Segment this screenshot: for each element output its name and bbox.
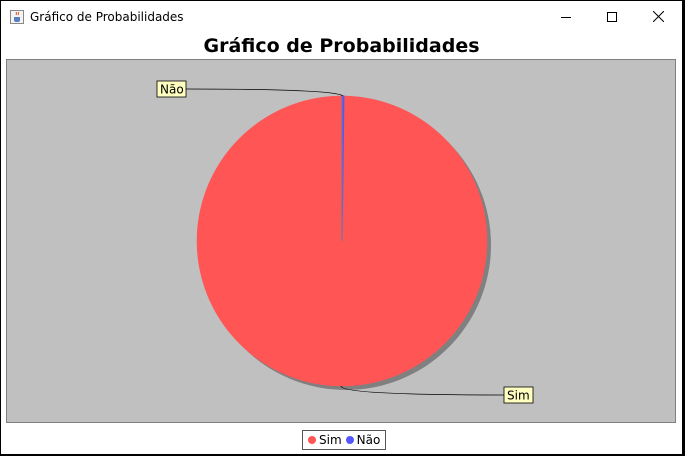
legend-dot-sim bbox=[308, 436, 316, 444]
minimize-button[interactable] bbox=[543, 1, 589, 32]
slice-label-text-no: Não bbox=[160, 83, 184, 97]
title-bar[interactable]: Gráfico de Probabilidades bbox=[1, 1, 682, 32]
window-title: Gráfico de Probabilidades bbox=[30, 10, 184, 24]
legend-label-sim: Sim bbox=[319, 433, 342, 447]
java-cup-icon bbox=[10, 10, 24, 24]
slice-label-sim: Sim bbox=[503, 386, 534, 404]
legend-label-no: Não bbox=[356, 433, 381, 447]
close-button[interactable] bbox=[635, 1, 681, 32]
slice-label-text-sim: Sim bbox=[507, 389, 530, 403]
legend-dot-no bbox=[345, 436, 354, 444]
minimize-icon bbox=[561, 16, 571, 18]
slice-label-no: Não bbox=[156, 80, 187, 98]
chart-legend: Sim Não bbox=[302, 430, 387, 450]
chart-title: Gráfico de Probabilidades bbox=[203, 35, 480, 57]
maximize-button[interactable] bbox=[589, 1, 635, 32]
maximize-icon bbox=[607, 11, 617, 22]
pie-chart-plot: Sim Não bbox=[6, 59, 676, 423]
close-icon bbox=[652, 11, 664, 22]
app-window: Gráfico de Probabilidades Gráfico de Pro… bbox=[1, 1, 682, 454]
